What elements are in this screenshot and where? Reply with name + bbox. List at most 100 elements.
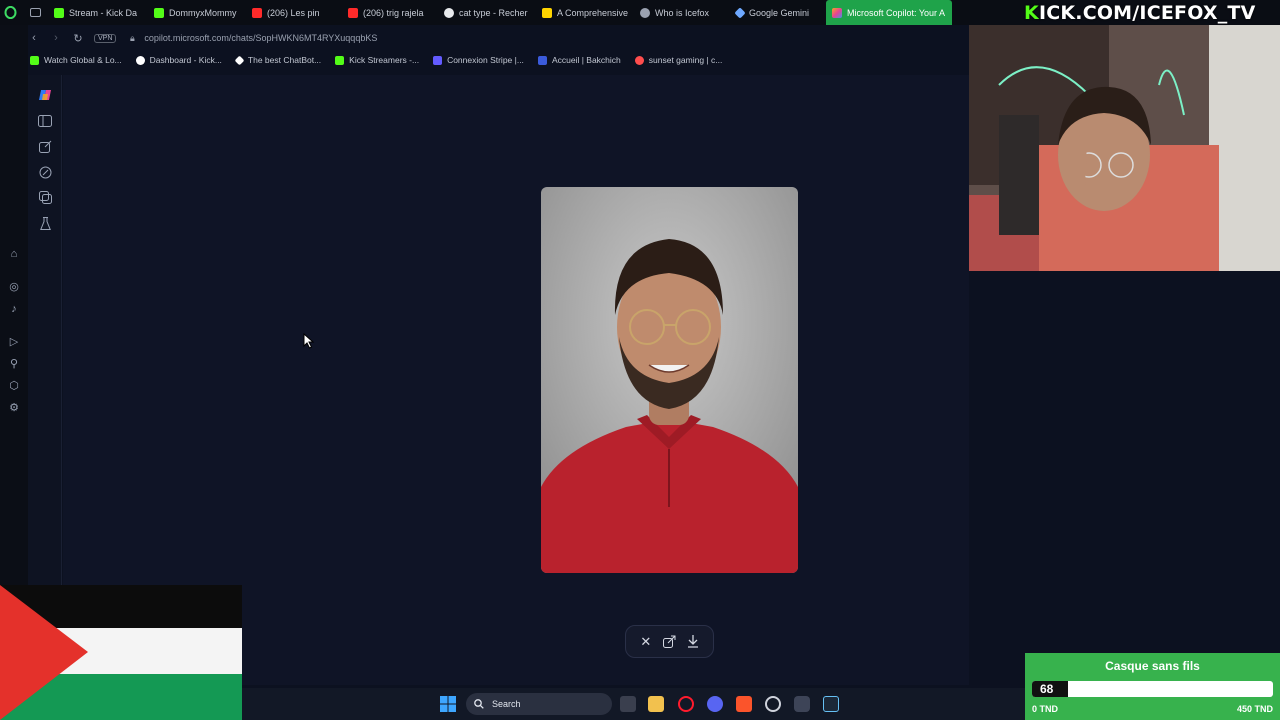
channel-k-letter: K xyxy=(1024,2,1039,24)
tab-label: cat type - Recher xyxy=(459,7,528,18)
tab-0[interactable]: Stream - Kick Da xyxy=(48,0,148,25)
goal-title: Casque sans fils xyxy=(1105,659,1200,673)
browser-sidebar: ⌂ ◎ ♪ ▷ ⚲ ⬡ ⚙ xyxy=(0,25,28,585)
mouse-cursor-icon xyxy=(303,333,315,349)
tab-8[interactable]: Microsoft Copilot: Your A xyxy=(826,0,952,25)
tab-label: (206) Les pin xyxy=(267,7,320,18)
bookmark-1[interactable]: Dashboard - Kick... xyxy=(135,55,222,65)
bookmarks-bar: Watch Global & Lo... Dashboard - Kick...… xyxy=(30,51,970,69)
channel-url-text: ICK.COM/ICEFOX_TV xyxy=(1038,2,1256,24)
sidebar-toggle-icon[interactable] xyxy=(38,114,52,128)
tab-6[interactable]: Who is Icefox xyxy=(634,0,730,25)
tab-overview-icon[interactable] xyxy=(24,0,48,25)
bakchich-icon xyxy=(537,55,547,65)
bookmark-2[interactable]: The best ChatBot... xyxy=(234,55,322,65)
taskbar-search[interactable]: Search xyxy=(466,693,612,715)
close-icon[interactable]: ✕ xyxy=(638,634,654,650)
player-icon[interactable]: ▷ xyxy=(7,334,21,348)
channel-url-watermark: KICK.COM/ICEFOX_TV xyxy=(1024,2,1280,24)
tab-label: Stream - Kick Da xyxy=(69,7,138,18)
bookmark-6[interactable]: sunset gaming | c... xyxy=(634,55,723,65)
bookmark-5[interactable]: Accueil | Bakchich xyxy=(537,55,621,65)
bookmark-3[interactable]: Kick Streamers -... xyxy=(335,55,419,65)
kick-icon xyxy=(54,7,64,18)
discover-icon[interactable] xyxy=(38,165,52,179)
bookmark-4[interactable]: Connexion Stripe |... xyxy=(433,55,524,65)
copilot-sidebar xyxy=(28,75,62,585)
download-icon[interactable] xyxy=(685,634,701,650)
windows-taskbar: Search xyxy=(242,688,1025,720)
pin-icon[interactable]: ⚲ xyxy=(7,356,21,370)
bookmark-label: sunset gaming | c... xyxy=(648,55,723,65)
goal-max-label: 450 TND xyxy=(1236,704,1273,714)
image-actions-toolbar: ✕ xyxy=(625,625,714,658)
new-chat-icon[interactable] xyxy=(38,139,52,153)
youtube-icon xyxy=(348,7,358,18)
tab-label: Who is Icefox xyxy=(655,7,710,18)
share-icon[interactable] xyxy=(661,634,677,650)
forward-icon[interactable]: › xyxy=(50,32,62,44)
kick-icon xyxy=(154,7,164,18)
vpn-badge[interactable]: VPN xyxy=(94,33,117,43)
tab-5[interactable]: A Comprehensive xyxy=(536,0,634,25)
screen: Stream - Kick Da DommyxMommy (206) Les p… xyxy=(0,0,1280,720)
app-icon[interactable] xyxy=(794,696,810,712)
task-view-icon[interactable] xyxy=(620,696,636,712)
settings-gear-icon[interactable]: ⚙ xyxy=(7,400,21,414)
chatbot-icon xyxy=(234,55,245,65)
tab-7[interactable]: Google Gemini xyxy=(730,0,826,25)
tab-1[interactable]: DommyxMommy xyxy=(148,0,246,25)
url-text[interactable]: copilot.microsoft.com/chats/SopHWKN6MT4R… xyxy=(144,33,377,43)
goal-progress-bar xyxy=(1032,681,1273,697)
labs-flask-icon[interactable] xyxy=(38,216,52,230)
bookmark-label: Connexion Stripe |... xyxy=(447,55,524,65)
youtube-icon xyxy=(252,7,262,18)
windows-start-icon[interactable] xyxy=(440,696,456,712)
tab-4[interactable]: cat type - Recher xyxy=(438,0,536,25)
bookmark-0[interactable]: Watch Global & Lo... xyxy=(30,55,122,65)
gear-icon xyxy=(135,55,145,65)
steam-icon[interactable] xyxy=(823,696,839,712)
kick-icon xyxy=(30,55,39,65)
gemini-icon xyxy=(734,6,746,19)
webcam-overlay xyxy=(969,25,1280,271)
copilot-icon xyxy=(832,7,842,18)
goal-current-value: 68 xyxy=(1040,682,1054,696)
reload-icon[interactable]: ↻ xyxy=(72,32,84,45)
kick-icon xyxy=(335,55,345,65)
search-placeholder: Search xyxy=(492,699,521,709)
images-icon[interactable] xyxy=(38,190,52,204)
generated-portrait-image[interactable] xyxy=(541,187,798,573)
file-explorer-icon[interactable] xyxy=(648,696,664,712)
tab-label: (206) trig rajela xyxy=(363,7,424,18)
extensions-icon[interactable]: ⬡ xyxy=(7,378,21,392)
stripe-icon xyxy=(433,55,443,65)
tiktok-icon[interactable]: ♪ xyxy=(7,302,21,316)
document-icon xyxy=(542,7,552,18)
opera-gx-icon[interactable] xyxy=(678,696,694,712)
sunset-icon xyxy=(634,55,644,65)
goal-min-label: 0 TND xyxy=(1032,704,1059,714)
tab-label: Google Gemini xyxy=(749,7,810,18)
openai-icon xyxy=(640,7,650,18)
obs-icon[interactable] xyxy=(765,696,781,712)
ai-icon[interactable]: ⌂ xyxy=(7,247,21,261)
instagram-icon[interactable]: ◎ xyxy=(7,279,21,293)
tab-label: DommyxMommy xyxy=(169,7,237,18)
tab-2[interactable]: (206) Les pin xyxy=(246,0,342,25)
bookmark-label: The best ChatBot... xyxy=(247,55,322,65)
discord-icon[interactable] xyxy=(707,696,723,712)
google-icon xyxy=(444,7,454,18)
brave-icon[interactable] xyxy=(736,696,752,712)
tab-label: Microsoft Copilot: Your A xyxy=(847,7,946,18)
tab-3[interactable]: (206) trig rajela xyxy=(342,0,438,25)
back-icon[interactable]: ‹ xyxy=(28,32,40,44)
palestine-flag-icon xyxy=(0,585,242,720)
bookmark-label: Dashboard - Kick... xyxy=(149,55,222,65)
lock-icon: 🔒︎ xyxy=(130,32,135,43)
bookmark-label: Accueil | Bakchich xyxy=(551,55,621,65)
copilot-logo-icon[interactable] xyxy=(38,88,52,102)
bookmark-label: Watch Global & Lo... xyxy=(44,55,122,65)
tab-label: A Comprehensive xyxy=(557,7,629,18)
opera-logo-icon[interactable] xyxy=(0,0,24,25)
